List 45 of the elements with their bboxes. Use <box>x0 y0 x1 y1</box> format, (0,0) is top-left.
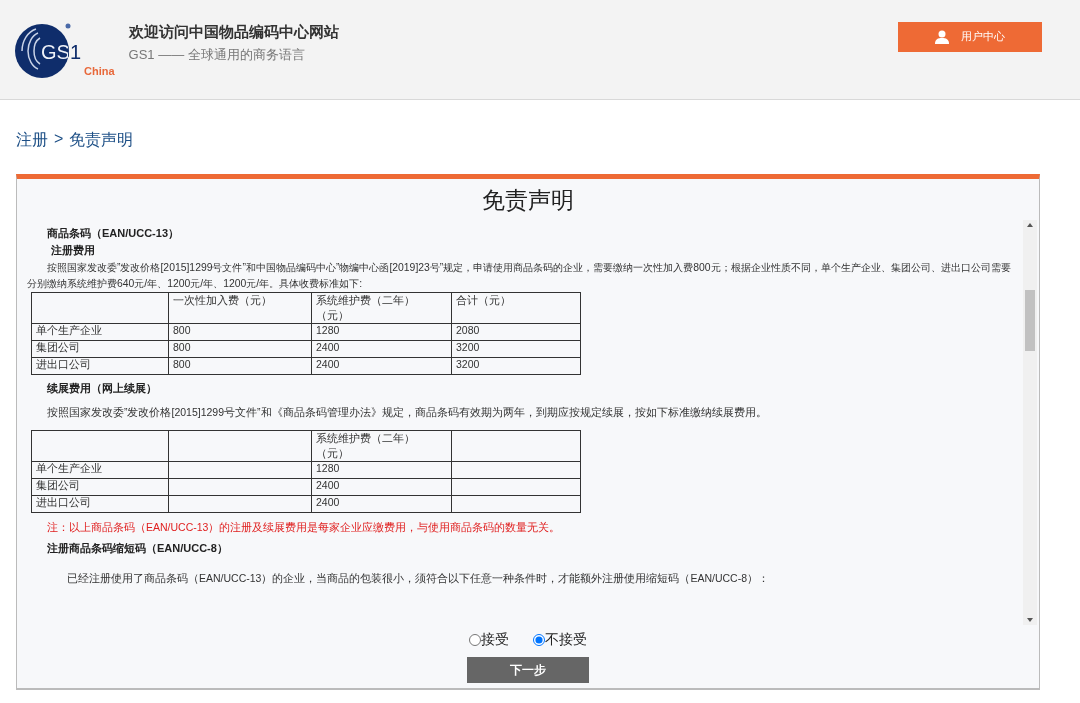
logo-region-text: China <box>84 64 115 77</box>
table-cell: 2080 <box>451 323 581 341</box>
section-subheading: 注册费用 <box>51 243 96 258</box>
table-cell: 合计（元） <box>451 292 581 324</box>
paragraph: 按照国家发改委”发改价格[2015]1299号文件”和中国物品编码中心”物编中心函[2019]23号”规定，申请使用商品条码的企业，需要缴纳一次性加入费800元；根据企业性质不同，单个生产企业、集团公司、进出口公司需要分别缴纳系统维护费640元/年、1200元/年、1200元/年。具体收费标准如下: <box>27 261 1011 291</box>
table-cell: 一次性加入费（元） <box>168 292 312 324</box>
section-heading: 注册商品条码缩短码（EAN/UCC-8） <box>47 541 229 556</box>
table-cell: 单个生产企业 <box>31 323 169 341</box>
consent-radio[interactable] <box>533 634 545 646</box>
breadcrumb-item[interactable]: 注册 <box>16 130 48 154</box>
table-cell: 2400 <box>311 478 452 496</box>
table-cell: 集团公司 <box>31 340 169 358</box>
table-cell: 系统维护费（二年）（元） <box>311 292 452 324</box>
next-button[interactable]: 下一步 <box>467 657 589 683</box>
table-cell: 进出口公司 <box>31 495 169 513</box>
table-cell: 3200 <box>451 357 581 375</box>
radio-label[interactable]: 不接受 <box>545 631 587 649</box>
panel-title: 免责声明 <box>482 186 574 215</box>
user-icon <box>935 29 949 44</box>
site-subtitle: GS1 —— 全球通用的商务语言 <box>128 46 306 64</box>
consent-radio[interactable] <box>469 634 481 646</box>
breadcrumb-separator: > <box>54 130 64 149</box>
table-cell: 2400 <box>311 340 452 358</box>
table-cell: 800 <box>168 340 312 358</box>
table-cell: 2400 <box>311 495 452 513</box>
breadcrumb-item: 免责声明 <box>69 130 134 150</box>
section-heading: 续展费用（网上续展） <box>47 381 158 396</box>
paragraph: 已经注册使用了商品条码（EAN/UCC-13）的企业，当商品的包装很小，须符合以下任意一种条件时，才能额外注册使用缩短码（EAN/UCC-8）： <box>66 572 771 586</box>
scroll-thumb[interactable] <box>1025 290 1035 351</box>
radio-label[interactable]: 接受 <box>481 631 509 649</box>
section-heading: 商品条码（EAN/UCC-13） <box>47 226 180 241</box>
site-title: 欢迎访问中国物品编码中心网站 <box>128 23 340 42</box>
table-cell: 2400 <box>311 357 452 375</box>
table-cell: 3200 <box>451 340 581 358</box>
table-cell: 系统维护费（二年）（元） <box>311 430 452 462</box>
table-cell: 800 <box>168 323 312 341</box>
table-cell: 800 <box>168 357 312 375</box>
scrollbar[interactable] <box>1023 220 1037 625</box>
table-cell: 进出口公司 <box>31 357 169 375</box>
table-cell: 1280 <box>311 461 452 479</box>
note-text: 注：以上商品条码（EAN/UCC-13）的注册及续展费用是每家企业应缴费用，与使用商品条码的数量无关。 <box>46 521 562 535</box>
table-cell: 单个生产企业 <box>31 461 169 479</box>
paragraph: 按照国家发改委”发改价格[2015]1299号文件”和《商品条码管理办法》规定，商品条码有效期为两年，到期应按规定续展，按如下标准缴纳续展费用。 <box>46 405 768 420</box>
table-cell: 集团公司 <box>31 478 169 496</box>
table-cell: 1280 <box>311 323 452 341</box>
